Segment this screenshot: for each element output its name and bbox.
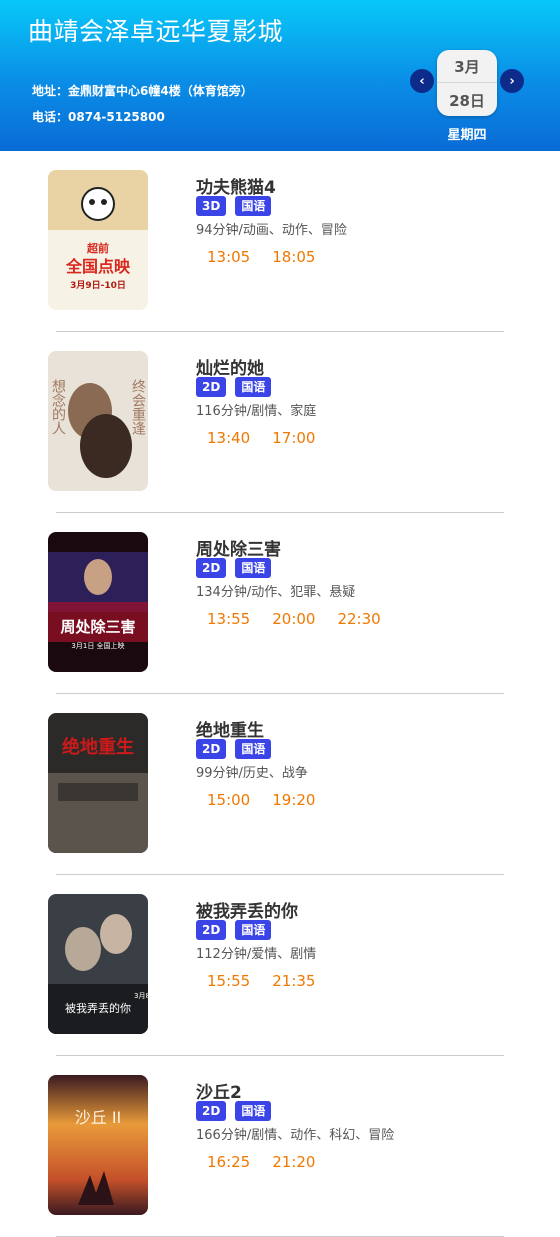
showtime[interactable]: 15:55 [207,972,250,990]
language-badge: 国语 [235,920,272,940]
movie-item[interactable]: 绝地重生 绝地重生 2D 国语 99分钟/历史、战争 15:00 19:20 [0,694,560,875]
chevron-right-icon: › [509,73,515,89]
showtime[interactable]: 20:00 [272,610,315,628]
movie-meta: 94分钟/动画、动作、冒险 [196,223,347,238]
movie-title[interactable]: 被我弄丢的你 [196,897,298,922]
movie-meta: 166分钟/剧情、动作、科幻、冒险 [196,1128,395,1143]
movie-meta: 116分钟/剧情、家庭 [196,404,317,419]
language-badge: 国语 [235,377,272,397]
movie-item[interactable]: 超前 全国点映 3月9日-10日 功夫熊猫4 3D 国语 94分钟/动画、动作、… [0,151,560,332]
showtime[interactable]: 21:35 [272,972,315,990]
prev-date-button[interactable]: ‹ [410,69,434,93]
cinema-name: 曲靖会泽卓远华夏影城 [28,17,284,46]
date-month: 3月 [454,58,480,76]
poster-art [65,927,101,971]
showtimes: 13:55 20:00 22:30 [207,610,381,628]
movie-meta: 112分钟/爱情、剧情 [196,947,317,962]
date-day: 28日 [449,92,485,110]
showtimes: 13:05 18:05 [207,248,315,266]
movie-badges: 2D 国语 [196,377,272,397]
next-date-button[interactable]: › [500,69,524,93]
movie-item[interactable]: 周处除三害 3月1日 全国上映 周处除三害 2D 国语 134分钟/动作、犯罪、… [0,513,560,694]
movie-item[interactable]: 沙丘 II 沙丘2 2D 国语 166分钟/剧情、动作、科幻、冒险 16:25 … [0,1056,560,1237]
svg-text:全国点映: 全国点映 [65,257,131,276]
movie-badges: 3D 国语 [196,196,272,216]
movie-title[interactable]: 功夫熊猫4 [196,173,276,198]
date-selector[interactable]: 3月 28日 [437,50,497,116]
showtime[interactable]: 13:55 [207,610,250,628]
movie-list: 超前 全国点映 3月9日-10日 功夫熊猫4 3D 国语 94分钟/动画、动作、… [0,151,560,1237]
movie-poster[interactable]: 周处除三害 3月1日 全国上映 [48,532,148,672]
movie-item[interactable]: 被我弄丢的你 3月8日 被我弄丢的你 2D 国语 112分钟/爱情、剧情 15:… [0,875,560,1056]
svg-text:超前: 超前 [86,241,109,255]
showtime[interactable]: 22:30 [337,610,380,628]
svg-text:沙丘 II: 沙丘 II [75,1108,122,1127]
language-badge: 国语 [235,739,272,759]
movie-poster[interactable]: 沙丘 II [48,1075,148,1215]
showtimes: 15:55 21:35 [207,972,315,990]
language-badge: 国语 [235,558,272,578]
showtimes: 13:40 17:00 [207,429,315,447]
cinema-phone: 电话：0874-5125800 [32,110,165,124]
movie-poster[interactable]: 想念的人 终会重逢 [48,351,148,491]
format-badge: 2D [196,739,227,759]
svg-text:3月9日-10日: 3月9日-10日 [70,280,126,291]
showtimes: 16:25 21:20 [207,1153,315,1171]
svg-text:3月8日: 3月8日 [134,992,148,1000]
showtime[interactable]: 16:25 [207,1153,250,1171]
movie-badges: 2D 国语 [196,739,272,759]
movie-meta: 99分钟/历史、战争 [196,766,308,781]
movie-badges: 2D 国语 [196,1101,272,1121]
chevron-left-icon: ‹ [419,73,425,89]
movie-badges: 2D 国语 [196,920,272,940]
cinema-address: 地址：金鼎财富中心6幢4楼（体育馆旁） [32,84,253,98]
date-divider [437,82,497,83]
movie-title[interactable]: 绝地重生 [196,716,264,741]
showtimes: 15:00 19:20 [207,791,315,809]
svg-text:被我弄丢的你: 被我弄丢的你 [65,1001,131,1015]
showtime[interactable]: 13:05 [207,248,250,266]
cinema-header: 曲靖会泽卓远华夏影城 地址：金鼎财富中心6幢4楼（体育馆旁） 电话：0874-5… [0,0,560,151]
movie-title[interactable]: 灿烂的她 [196,354,264,379]
movie-meta: 134分钟/动作、犯罪、悬疑 [196,585,356,600]
format-badge: 3D [196,196,227,216]
showtime[interactable]: 17:00 [272,429,315,447]
showtime[interactable]: 19:20 [272,791,315,809]
movie-badges: 2D 国语 [196,558,272,578]
movie-title[interactable]: 周处除三害 [196,535,281,560]
language-badge: 国语 [235,196,272,216]
svg-text:3月1日 全国上映: 3月1日 全国上映 [71,641,124,650]
movie-poster[interactable]: 被我弄丢的你 3月8日 [48,894,148,1034]
movie-item[interactable]: 想念的人 终会重逢 灿烂的她 2D 国语 116分钟/剧情、家庭 13:40 1… [0,332,560,513]
svg-text:想念的人: 想念的人 [50,379,66,435]
showtime[interactable]: 21:20 [272,1153,315,1171]
movie-title[interactable]: 沙丘2 [196,1078,242,1103]
weekday-label: 星期四 [447,128,487,143]
format-badge: 2D [196,1101,227,1121]
showtime[interactable]: 18:05 [272,248,315,266]
format-badge: 2D [196,920,227,940]
svg-text:周处除三害: 周处除三害 [60,618,135,636]
movie-poster[interactable]: 超前 全国点映 3月9日-10日 [48,170,148,310]
showtime[interactable]: 13:40 [207,429,250,447]
svg-text:绝地重生: 绝地重生 [62,736,134,758]
movie-poster[interactable]: 绝地重生 [48,713,148,853]
showtime[interactable]: 15:00 [207,791,250,809]
svg-text:终会重逢: 终会重逢 [130,379,146,436]
format-badge: 2D [196,558,227,578]
language-badge: 国语 [235,1101,272,1121]
format-badge: 2D [196,377,227,397]
